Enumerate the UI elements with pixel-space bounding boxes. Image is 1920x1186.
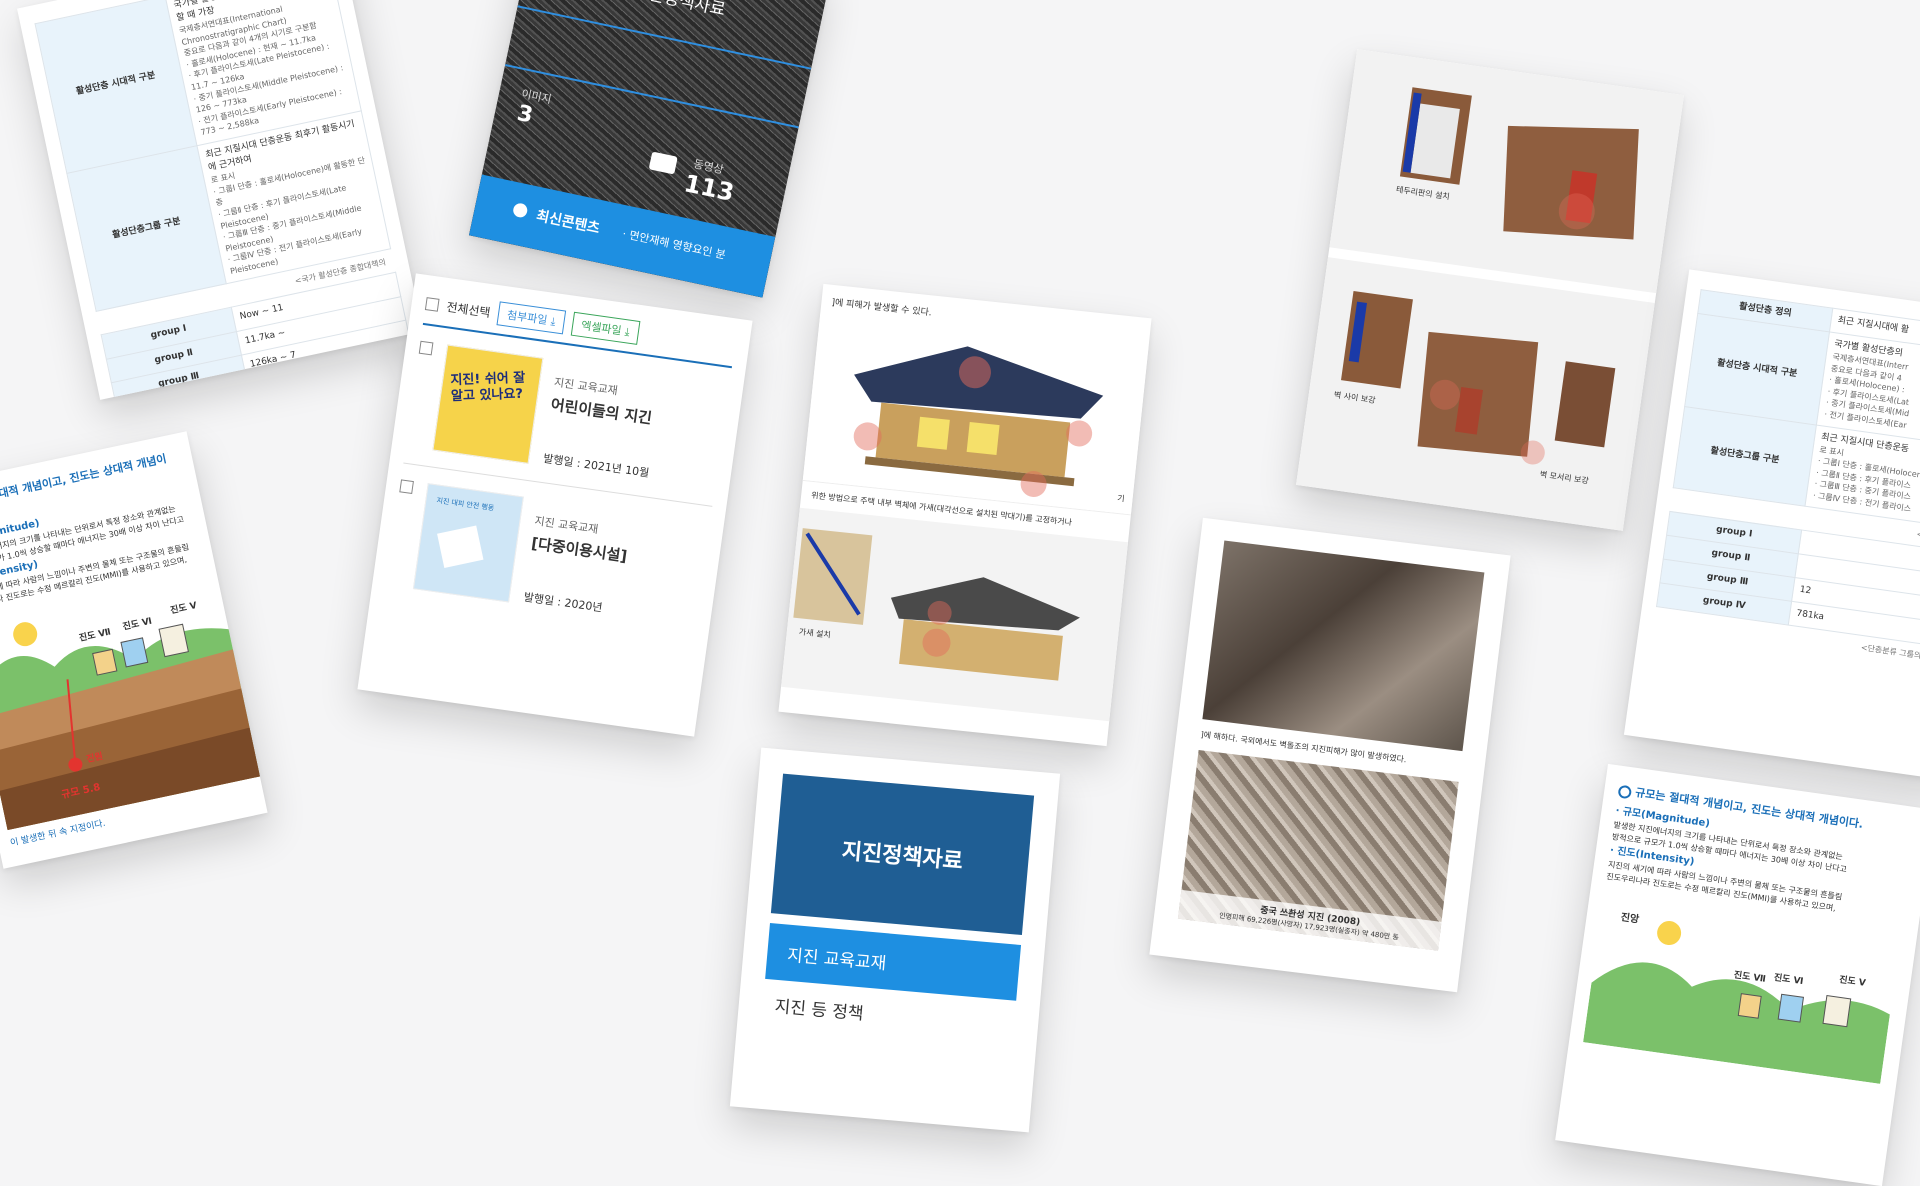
item-date: 발행일 : 2020년 [522,590,604,615]
hanok-illustration-1: 기 [802,310,1149,515]
latest-label: 최신콘텐츠 [534,207,602,238]
thumbnail-title: 지진 대피 안전 행동 [435,496,495,513]
brick-illustration-1: 테두리판의 설치 [1329,49,1685,294]
send-icon [511,202,529,219]
card-policy-nav: 지진정책자료 지진 교육교재 지진 등 정책 [729,747,1061,1133]
brick-illustration-2: 벽 사이 보강 벽 모서리 보강 [1295,257,1655,531]
card-damage-photos: ]에 해하다. 국외에서도 벽돌조의 지진피해가 많이 발생하였다. 중국 쓰촨… [1149,517,1511,993]
policy-banner: 지진정책자료 [770,773,1035,936]
card-magnitude-intensity: 규모는 절대적 개념이고, 진도는 상대적 개념이다. · 규모(Magnitu… [0,431,268,869]
row-head-period: 활성단층 시대적 구분 [1684,313,1830,425]
label-gi: 기 [1116,493,1126,504]
brick-house-svg [1399,87,1639,240]
tab-policy-label: 지진 등 정책 [773,996,865,1024]
attach-file-button[interactable]: 첨부파일 ⤓ [496,301,567,335]
thumbnail-title: 지진! 쉬어 잘 알고 있나요? [450,370,526,404]
policy-banner-title: 지진정책자료 [840,839,964,875]
hanok-svg [793,528,1080,681]
info-icon [1617,784,1633,799]
excel-file-button[interactable]: 엑셀파일 ⤓ [570,311,641,345]
download-icon: ⤓ [549,314,557,329]
label-epicenter: 진앙 [1620,911,1640,926]
card-material-list: 전체선택 첨부파일 ⤓ 엑셀파일 ⤓ 지진! 쉬어 잘 알고 있나요? 지진 교… [357,273,753,737]
download-icon: ⤓ [623,325,631,339]
excel-file-label: 엑셀파일 [580,318,623,338]
card-hero-stats: 지진정책자료 이미지 3 동영상 113 최신콘텐츠 · 면안재해 영향요인 분 [468,0,832,298]
earthquake-illustration: 진앙 진도 Ⅶ 진도 Ⅵ 진도 Ⅴ [1583,893,1903,1084]
hanok-svg [853,346,1104,498]
select-all-label: 전체선택 [445,299,492,320]
tab-education-label: 지진 교육교재 [786,945,888,974]
item-thumbnail[interactable]: 지진 대피 안전 행동 [412,483,524,603]
item-thumbnail[interactable]: 지진! 쉬어 잘 알고 있나요? [432,344,544,464]
attach-file-label: 첨부파일 [506,308,549,328]
item-date: 발행일 : 2021년 10월 [542,451,651,480]
select-all-checkbox[interactable] [424,296,440,312]
card-fault-table: 활성단층 시대적 구분 국가별 활성단층의 시대구분 기준을 고려할 때 가장 … [17,0,423,400]
photo-collapsed-building: 중국 쓰촨성 지진 (2008) 인명피해 69,226명(사망자) 17,92… [1177,749,1459,951]
card-hanok-reinforcement: ]에 피해가 발생할 수 있다. 기 위한 방법으로 주택 내부 벽체에 가새(… [778,283,1152,747]
photo-collapsed-roof [1202,540,1485,752]
earthquake-illustration: 진앙 진도 Ⅶ 진도 Ⅵ 진도 Ⅴ 진원 규모 5.8 [0,573,262,830]
card-fault-table-right: 활성단층 정의 최근 지질시대에 활 활성단층 시대적 구분 국가별 활성단층의 … [1623,269,1920,781]
latest-ticker[interactable]: · 면안재해 영향요인 분 [621,225,727,262]
thumbnail-shape [437,525,484,568]
hanok-illustration-2: 가새 설치 [781,507,1129,722]
card-magnitude-intensity-right: 규모는 절대적 개념이고, 진도는 상대적 개념이다. · 규모(Magnitu… [1555,763,1920,1186]
item-checkbox[interactable] [399,479,414,495]
card-brick-reinforcement: 테두리판의 설치 벽 사이 보강 벽 모서리 보강 [1295,49,1685,531]
item-checkbox[interactable] [418,340,434,356]
